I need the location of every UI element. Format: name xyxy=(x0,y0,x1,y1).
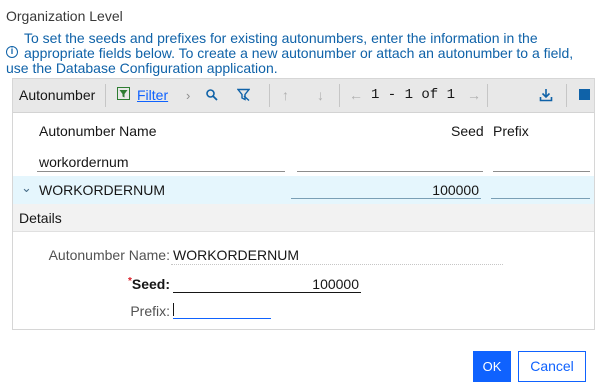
details-title: Details xyxy=(19,210,62,226)
column-header-seed[interactable]: Seed xyxy=(451,123,484,139)
row-seed-field[interactable]: 100000 xyxy=(291,179,481,199)
autonumber-table: Autonumber Filter › ↑ ↓ ← 1 - 1 of 1 → A… xyxy=(12,78,595,330)
next-page-icon[interactable]: → xyxy=(467,79,481,112)
table-view-icon[interactable] xyxy=(579,89,590,100)
prefix-input[interactable] xyxy=(173,301,271,319)
toolbar-separator xyxy=(105,84,106,107)
search-icon[interactable] xyxy=(206,89,218,101)
toolbar-separator xyxy=(339,84,340,107)
cancel-button[interactable]: Cancel xyxy=(518,351,586,382)
clear-filter-icon[interactable] xyxy=(237,88,250,101)
autonumber-name-label: Autonumber Name: xyxy=(48,247,170,263)
filter-link[interactable]: Filter xyxy=(137,79,168,112)
row-autonumber-name: WORKORDERNUM xyxy=(39,182,165,198)
seed-input-value: 100000 xyxy=(312,276,359,292)
prefix-label: Prefix: xyxy=(130,303,170,319)
table-toolbar: Autonumber Filter › ↑ ↓ ← 1 - 1 of 1 → xyxy=(13,79,594,113)
toolbar-separator xyxy=(269,84,270,107)
text-cursor xyxy=(173,303,174,316)
details-header[interactable]: Details xyxy=(13,204,594,232)
seed-filter-input[interactable] xyxy=(297,153,483,172)
name-filter-input[interactable]: workordernum xyxy=(37,153,285,172)
info-line-3: use the Database Configuration applicati… xyxy=(6,60,278,76)
info-line-1: To set the seeds and prefixes for existi… xyxy=(24,30,538,46)
divider xyxy=(171,264,503,265)
download-icon[interactable] xyxy=(539,88,553,102)
row-prefix-field[interactable] xyxy=(491,179,590,199)
table-title: Autonumber xyxy=(19,87,96,103)
previous-page-icon[interactable]: ← xyxy=(349,79,363,112)
table-row[interactable]: ⌄ WORKORDERNUM 100000 xyxy=(13,176,594,205)
toolbar-separator xyxy=(566,84,567,107)
column-header-prefix[interactable]: Prefix xyxy=(493,123,529,139)
info-line-2: appropriate fields below. To create a ne… xyxy=(24,45,574,61)
toolbar-separator xyxy=(487,84,488,107)
seed-input[interactable]: 100000 xyxy=(173,274,361,293)
chevron-down-icon[interactable]: ⌄ xyxy=(21,180,32,196)
dialog-title: Organization Level xyxy=(6,8,123,24)
filter-icon[interactable] xyxy=(117,87,130,100)
chevron-right-icon[interactable]: › xyxy=(186,79,190,112)
column-header-name[interactable]: Autonumber Name xyxy=(39,123,157,139)
prefix-filter-input[interactable] xyxy=(493,153,590,172)
arrow-down-icon[interactable]: ↓ xyxy=(317,79,324,112)
autonumber-name-value: WORKORDERNUM xyxy=(173,247,299,263)
pager-text: 1 - 1 of 1 xyxy=(371,87,456,103)
name-filter-value: workordernum xyxy=(39,154,129,170)
arrow-up-icon[interactable]: ↑ xyxy=(282,79,289,112)
seed-label: *Seed: xyxy=(127,276,170,292)
info-icon: i xyxy=(6,46,18,58)
ok-button[interactable]: OK xyxy=(473,351,511,382)
row-seed-value: 100000 xyxy=(432,182,479,198)
